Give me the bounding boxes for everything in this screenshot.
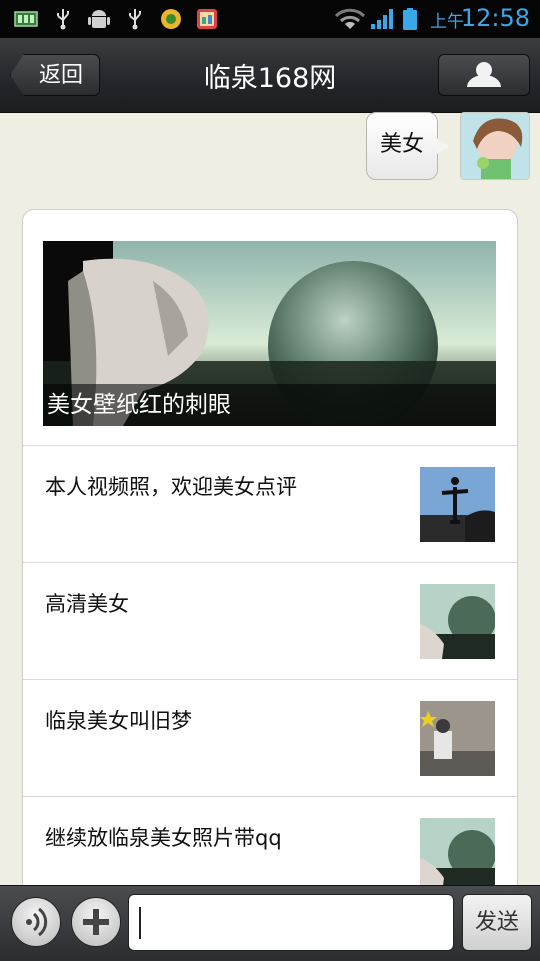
news-item-title: 本人视频照，欢迎美女点评 (45, 475, 297, 499)
news-item[interactable]: 本人视频照，欢迎美女点评 (23, 445, 517, 562)
news-item-thumbnail (420, 818, 495, 893)
add-button[interactable] (71, 897, 121, 947)
avatar[interactable] (460, 112, 530, 180)
message-input[interactable] (128, 894, 454, 951)
page-title: 临泉168网 (203, 63, 337, 94)
android-debug-icon (88, 10, 110, 28)
wifi-icon (334, 8, 366, 29)
avatar-image (461, 113, 529, 179)
news-item[interactable]: 临泉美女叫旧梦 (23, 679, 517, 796)
bubble-tail (437, 138, 449, 154)
usb-icon (57, 9, 69, 30)
news-item-thumbnail (420, 701, 495, 776)
app-icon (161, 9, 181, 29)
battery-saver-icon (14, 11, 38, 27)
plus-icon (83, 909, 109, 935)
status-time: 12:58 (460, 4, 530, 32)
status-bar: 上午 12:58 (0, 0, 540, 38)
profile-button[interactable] (438, 54, 530, 96)
back-button[interactable]: 返回 (10, 54, 100, 96)
news-item[interactable]: 高清美女 (23, 562, 517, 679)
send-button[interactable]: 发送 (462, 894, 532, 951)
status-period: 上午 (430, 12, 464, 32)
voice-button[interactable] (11, 897, 61, 947)
news-card: 美女壁纸红的刺眼 本人视频照，欢迎美女点评 高清美女 临泉美女叫旧梦 继续放临泉… (22, 209, 518, 909)
user-profile-icon (467, 62, 501, 87)
voice-icon (26, 907, 48, 937)
news-item-title: 临泉美女叫旧梦 (45, 709, 192, 733)
hero-article[interactable]: 美女壁纸红的刺眼 (43, 241, 496, 426)
news-item-thumbnail (420, 467, 495, 542)
signal-icon (371, 9, 393, 29)
text-cursor (139, 907, 141, 939)
news-item-title: 高清美女 (45, 592, 129, 616)
notification-app-icon (197, 9, 217, 29)
news-item-thumbnail (420, 584, 495, 659)
sent-message-bubble[interactable]: 美女 (366, 112, 438, 180)
hero-caption: 美女壁纸红的刺眼 (43, 384, 496, 426)
title-bar: 返回 临泉168网 (0, 38, 540, 113)
input-bar: 发送 (0, 885, 540, 961)
battery-icon (403, 8, 417, 30)
usb-icon (129, 9, 141, 30)
news-item-title: 继续放临泉美女照片带qq (45, 826, 282, 850)
